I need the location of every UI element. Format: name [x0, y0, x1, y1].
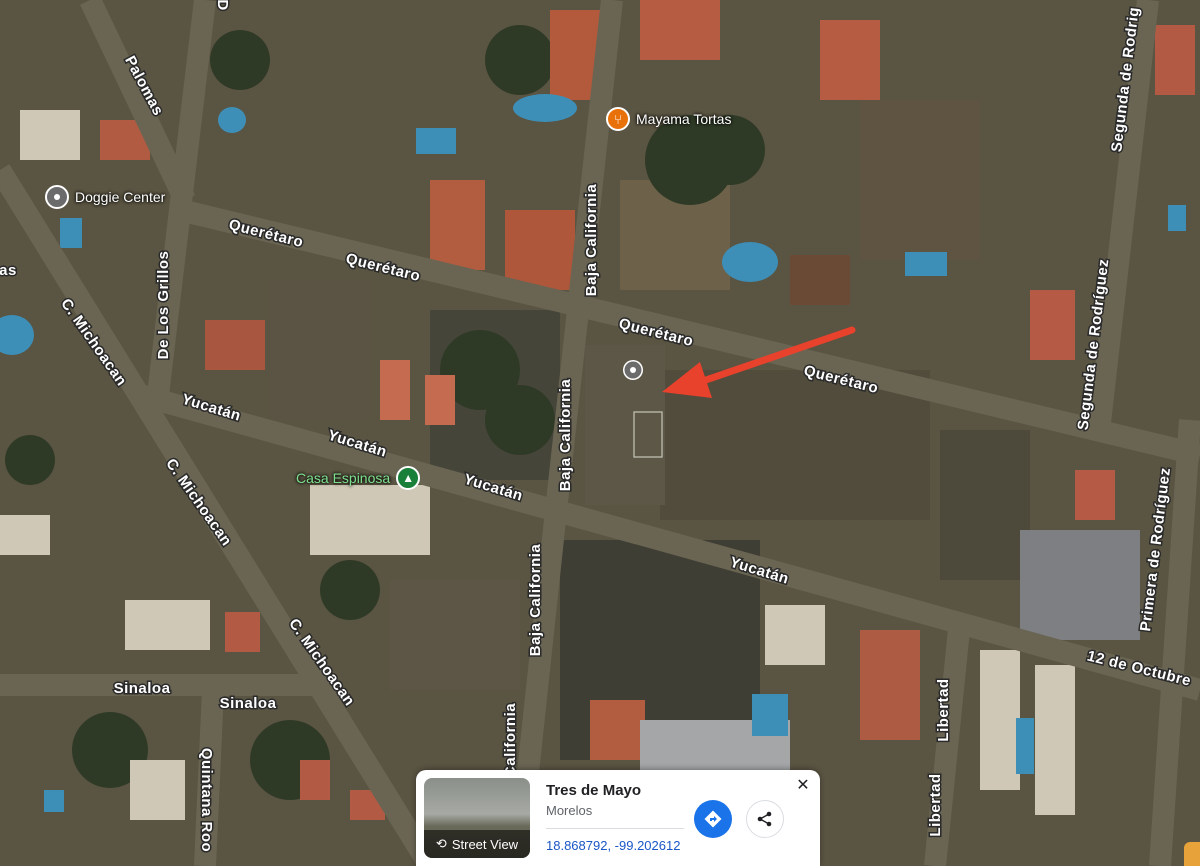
park-tree-icon: ▲: [396, 466, 421, 490]
place-subtitle: Morelos: [546, 803, 593, 818]
street-label: Libertad: [927, 773, 944, 836]
street-label: Sinaloa: [114, 680, 171, 697]
street-label: Quintana Roo: [198, 748, 215, 852]
vacant-lot: [940, 430, 1030, 580]
vacant-lot: [860, 100, 980, 260]
poi-label: Mayama Tortas: [636, 111, 732, 127]
street-label: Libertad: [935, 678, 952, 741]
street-label: as: [0, 262, 17, 279]
poi-label: Casa Espinosa: [296, 470, 391, 486]
share-button[interactable]: [746, 800, 784, 838]
place-title[interactable]: Tres de Mayo: [546, 782, 641, 799]
street-view-caption: ⟲ Street View: [424, 830, 530, 858]
poi-label: Doggie Center: [75, 189, 166, 205]
street-label: De Los Grillos: [155, 251, 172, 360]
vacant-lot: [390, 580, 520, 690]
place-pin-icon: [45, 185, 69, 209]
coordinates-link[interactable]: 18.868792, -99.202612: [546, 838, 680, 853]
poi-mayama-tortas[interactable]: ⑂ Mayama Tortas: [606, 107, 731, 131]
street-label: Baja California: [527, 544, 544, 657]
satellite-map[interactable]: PalomasQuerétaroQuerétaroQuerétaroQuerét…: [0, 0, 1200, 866]
poi-casa-espinosa[interactable]: Casa Espinosa ▲: [296, 466, 421, 490]
directions-icon: [704, 810, 722, 828]
close-button[interactable]: ✕: [792, 774, 814, 796]
pegman-icon[interactable]: [1184, 842, 1200, 866]
close-icon: ✕: [796, 777, 810, 794]
vacant-lot: [270, 280, 370, 420]
poi-doggie-center[interactable]: Doggie Center: [45, 185, 165, 209]
street-label: D: [214, 0, 231, 11]
directions-button[interactable]: [694, 800, 732, 838]
street-label: Baja California: [583, 184, 600, 297]
place-pin-icon[interactable]: [623, 360, 643, 380]
street-label: Sinaloa: [220, 695, 277, 712]
restaurant-icon: ⑂: [606, 107, 630, 131]
place-info-card: ⟲ Street View Tres de Mayo Morelos 18.86…: [416, 770, 820, 866]
street-view-thumbnail[interactable]: ⟲ Street View: [424, 778, 530, 858]
share-icon: [757, 811, 772, 827]
divider: [546, 828, 684, 829]
street-label: California: [502, 703, 519, 777]
street-view-icon: ⟲: [435, 836, 447, 851]
street-label: Baja California: [557, 379, 574, 492]
